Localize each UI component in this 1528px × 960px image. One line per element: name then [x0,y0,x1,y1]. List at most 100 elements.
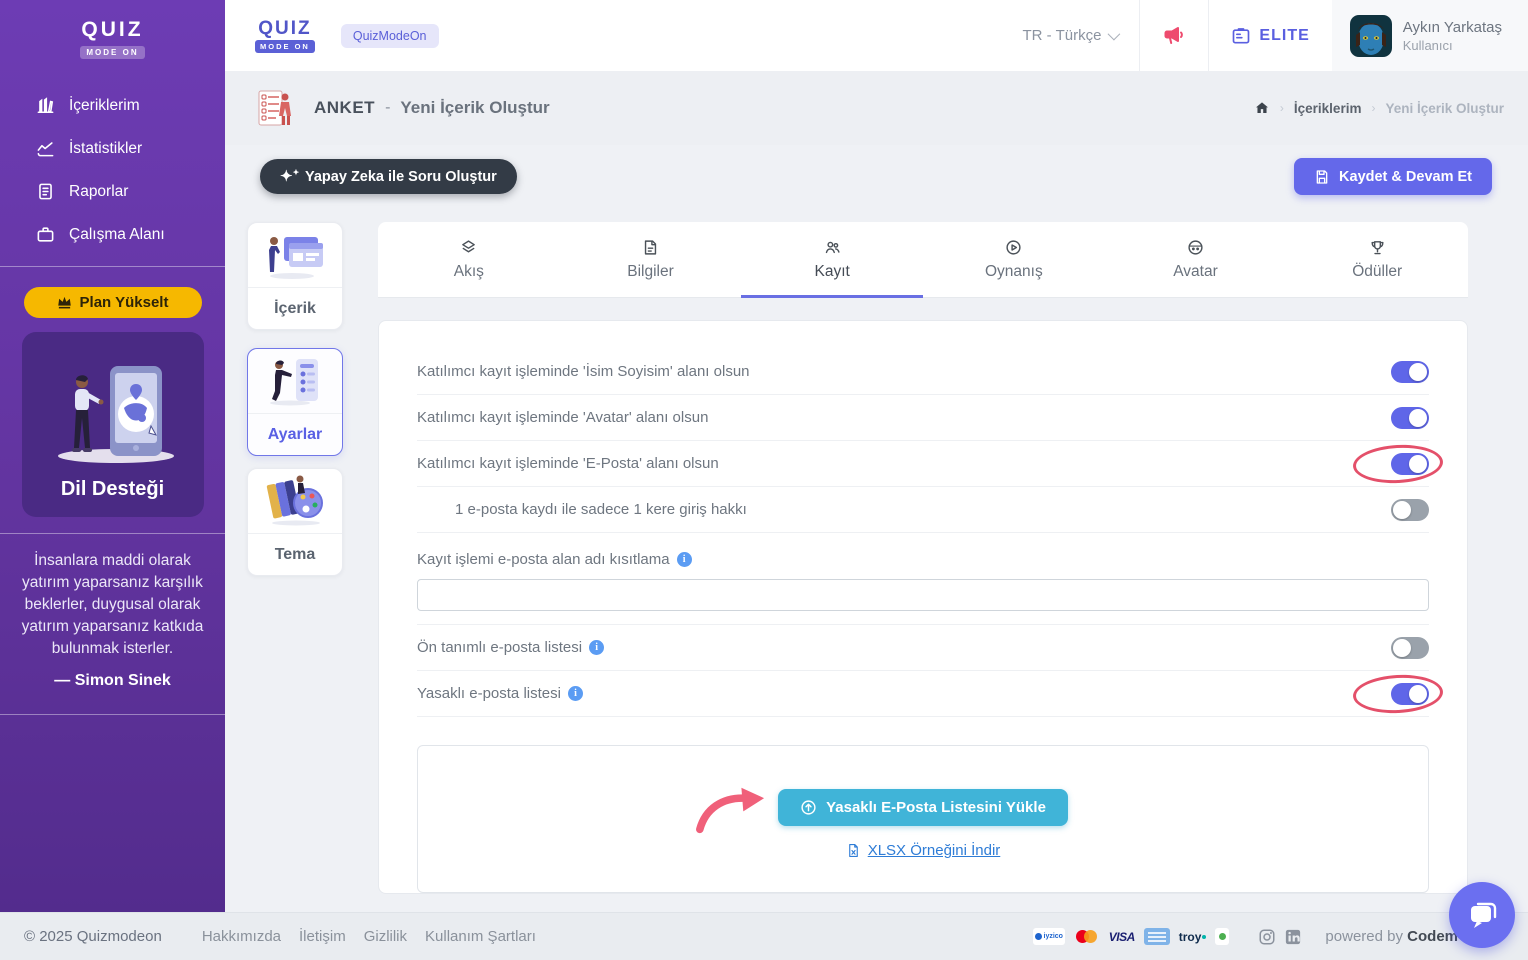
app-logo[interactable]: QUIZ MODE ON [255,19,315,53]
plan-badge[interactable]: ELITE [1231,26,1309,46]
main-content: ✦✦ Yapay Zeka ile Soru Oluştur Kaydet & … [225,145,1528,912]
logo-badge: MODE ON [80,46,144,59]
footer-link-privacy[interactable]: Gizlilik [364,928,407,945]
sidebar-item-workspace[interactable]: Çalışma Alanı [0,213,225,256]
breadcrumb: › İçeriklerim › Yeni İçerik Oluştur [1254,100,1504,116]
email-toggle[interactable] [1391,453,1429,475]
content-illustration [262,229,328,281]
quote-text: İnsanlara maddi olarak yatırım yaparsanı… [10,550,215,660]
upgrade-plan-button[interactable]: Plan Yükselt [24,287,202,318]
domain-restriction-label-row: Kayıt işlemi e-posta alan adı kısıtlama … [417,547,1429,571]
sidebar-divider [0,266,225,267]
play-circle-icon [1005,239,1022,256]
sidebar-nav: İçeriklerim İstatistikler Raporlar Çalış… [0,84,225,256]
crown-icon [57,296,72,309]
sidebar-divider [0,714,225,715]
setting-row-predefined-list: Ön tanımlı e-posta listesi i [417,625,1429,671]
sidebar-item-label: İstatistikler [69,140,142,158]
footer-right: iyzico VISA troy powered by Codem [1033,928,1458,946]
user-menu[interactable]: Aykın Yarkataş Kullanıcı [1332,0,1528,71]
face-icon [1187,239,1204,256]
registration-settings-panel: Katılımcı kayıt işleminde 'İsim Soyisim'… [378,320,1468,894]
footer-link-terms[interactable]: Kullanım Şartları [425,928,536,945]
amex-logo [1144,928,1170,945]
side-tab-theme[interactable]: Tema [247,468,343,576]
workspace-chip[interactable]: QuizModeOn [341,24,439,48]
badge-icon [1231,26,1251,46]
announcements-button[interactable] [1139,0,1208,71]
info-icon[interactable]: i [589,640,604,655]
user-name: Aykın Yarkataş [1403,19,1502,36]
breadcrumb-item-contents[interactable]: İçeriklerim [1294,101,1362,116]
setting-row-email: Katılımcı kayıt işleminde 'E-Posta' alan… [417,441,1429,487]
ai-generate-button[interactable]: ✦✦ Yapay Zeka ile Soru Oluştur [260,159,517,194]
language-selector[interactable]: TR - Türkçe [1023,27,1118,44]
domain-restriction-input[interactable] [417,579,1429,611]
tab-flow[interactable]: Akış [378,222,560,297]
title-separator: - [385,99,390,117]
sidebar-item-reports[interactable]: Raporlar [0,170,225,213]
linkedin-icon[interactable] [1284,928,1302,946]
content-type-label: ANKET [314,98,375,118]
sidebar-item-contents[interactable]: İçeriklerim [0,84,225,127]
setting-label: Katılımcı kayıt işleminde 'Avatar' alanı… [417,409,708,426]
tab-registration[interactable]: Kayıt [741,222,923,297]
tab-avatar[interactable]: Avatar [1105,222,1287,297]
setting-row-banned-list: Yasaklı e-posta listesi i [417,671,1429,717]
breadcrumb-item-current: Yeni İçerik Oluştur [1385,101,1504,116]
fullname-toggle[interactable] [1391,361,1429,383]
footer-link-contact[interactable]: İletişim [299,928,346,945]
setting-row-single-login: 1 e-posta kaydı ile sadece 1 kere giriş … [417,487,1429,533]
tab-rewards[interactable]: Ödüller [1286,222,1468,297]
settings-tabstrip: Akış Bilgiler Kayıt Oynanış Avatar Ödüll… [378,222,1468,298]
stats-icon [36,139,55,158]
powered-by: powered by Codem [1325,928,1458,945]
sparkles-icon: ✦✦ [280,169,296,185]
footer: © 2025 Quizmodeon Hakkımızda İletişim Gi… [0,912,1528,960]
social-icons [1258,928,1302,946]
info-icon[interactable]: i [677,552,692,567]
setting-label: Kayıt işlemi e-posta alan adı kısıtlama [417,551,670,568]
page-title: Yeni İçerik Oluştur [400,98,549,118]
tab-info[interactable]: Bilgiler [560,222,742,297]
powered-brand: Codem [1407,928,1458,945]
home-icon[interactable] [1254,100,1270,116]
row-divider [417,611,1429,625]
save-continue-button[interactable]: Kaydet & Devam Et [1294,158,1492,195]
side-tab-content[interactable]: İçerik [247,222,343,330]
quote-block: İnsanlara maddi olarak yatırım yaparsanı… [0,534,225,704]
setting-row-fullname: Katılımcı kayıt işleminde 'İsim Soyisim'… [417,349,1429,395]
single-login-toggle[interactable] [1391,499,1429,521]
language-support-card[interactable]: Dil Desteği [22,332,204,517]
instagram-icon[interactable] [1258,928,1276,946]
tab-gameplay[interactable]: Oynanış [923,222,1105,297]
sidebar-item-statistics[interactable]: İstatistikler [0,127,225,170]
banned-list-toggle[interactable] [1391,683,1429,705]
breadcrumb-separator: › [1371,101,1375,115]
upload-banned-list-button[interactable]: Yasaklı E-Posta Listesini Yükle [778,789,1068,826]
mastercard-logo [1074,928,1100,945]
logo-text: QUIZ [0,18,225,42]
breadcrumb-separator: › [1280,101,1284,115]
secure-seal-logo [1215,928,1229,945]
chat-icon [1465,898,1499,932]
report-icon [36,182,55,201]
sidebar-logo: QUIZ MODE ON [0,0,225,60]
side-tab-label: Tema [248,533,342,575]
footer-links: Hakkımızda İletişim Gizlilik Kullanım Şa… [202,928,536,945]
avatar-toggle[interactable] [1391,407,1429,429]
download-xlsx-link[interactable]: XLSX Örneğini İndir [846,842,1001,859]
footer-link-about[interactable]: Hakkımızda [202,928,281,945]
quote-author: — Simon Sinek [10,672,215,690]
sidebar: QUIZ MODE ON İçeriklerim İstatistikler R… [0,0,225,912]
info-icon[interactable]: i [568,686,583,701]
chat-widget-button[interactable] [1449,882,1515,948]
xlsx-file-icon [846,843,861,858]
setting-label: Katılımcı kayıt işleminde 'İsim Soyisim'… [417,363,750,380]
predefined-list-toggle[interactable] [1391,637,1429,659]
setting-label: 1 e-posta kaydı ile sadece 1 kere giriş … [417,501,747,518]
side-tab-settings[interactable]: Ayarlar [247,348,343,456]
upload-icon [800,799,817,816]
setting-label: Katılımcı kayıt işleminde 'E-Posta' alan… [417,455,719,472]
survey-illustration [258,89,292,127]
